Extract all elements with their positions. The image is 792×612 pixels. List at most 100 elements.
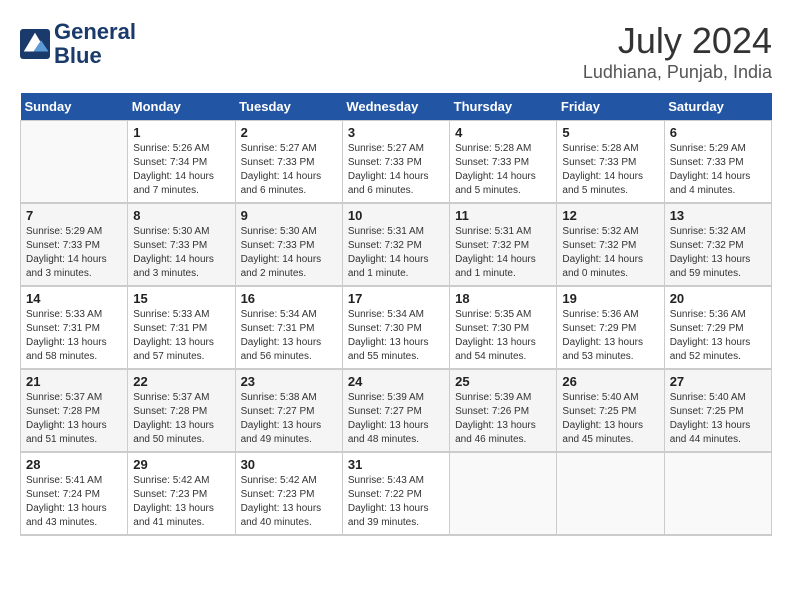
day-number: 3 <box>348 125 444 140</box>
sunset: Sunset: 7:30 PM <box>348 323 422 334</box>
daylight: Daylight: 13 hours and 44 minutes. <box>670 420 751 445</box>
header-day-wednesday: Wednesday <box>342 93 449 121</box>
day-number: 2 <box>241 125 337 140</box>
calendar-cell: 2 Sunrise: 5:27 AMSunset: 7:33 PMDaylight… <box>235 121 342 204</box>
day-info: Sunrise: 5:40 AMSunset: 7:25 PMDaylight:… <box>670 391 766 447</box>
sunrise: Sunrise: 5:28 AM <box>455 143 531 154</box>
sunset: Sunset: 7:28 PM <box>26 406 100 417</box>
calendar-cell: 25Sunrise: 5:39 AMSunset: 7:26 PMDayligh… <box>450 369 557 452</box>
day-number: 25 <box>455 374 551 389</box>
day-info: Sunrise: 5:42 AMSunset: 7:23 PMDaylight:… <box>133 474 229 530</box>
sunrise: Sunrise: 5:26 AM <box>133 143 209 154</box>
week-row-5: 28Sunrise: 5:41 AMSunset: 7:24 PMDayligh… <box>21 452 772 535</box>
daylight: Daylight: 14 hours and 3 minutes. <box>26 254 107 279</box>
daylight: Daylight: 13 hours and 58 minutes. <box>26 337 107 362</box>
day-info: Sunrise: 5:39 AMSunset: 7:27 PMDaylight:… <box>348 391 444 447</box>
day-number: 7 <box>26 208 122 223</box>
day-info: Sunrise: 5:34 AMSunset: 7:31 PMDaylight:… <box>241 308 337 364</box>
sunrise: Sunrise: 5:30 AM <box>133 226 209 237</box>
sunset: Sunset: 7:33 PM <box>562 157 636 168</box>
calendar-cell: 3 Sunrise: 5:27 AMSunset: 7:33 PMDaylight… <box>342 121 449 204</box>
day-number: 15 <box>133 291 229 306</box>
day-number: 4 <box>455 125 551 140</box>
day-info: Sunrise: 5:27 AMSunset: 7:33 PMDaylight:… <box>241 142 337 198</box>
calendar-cell: 21Sunrise: 5:37 AMSunset: 7:28 PMDayligh… <box>21 369 128 452</box>
daylight: Daylight: 14 hours and 5 minutes. <box>562 171 643 196</box>
sunrise: Sunrise: 5:32 AM <box>562 226 638 237</box>
daylight: Daylight: 14 hours and 1 minute. <box>455 254 536 279</box>
calendar-cell: 30Sunrise: 5:42 AMSunset: 7:23 PMDayligh… <box>235 452 342 535</box>
sunset: Sunset: 7:31 PM <box>241 323 315 334</box>
sunset: Sunset: 7:33 PM <box>133 240 207 251</box>
daylight: Daylight: 14 hours and 5 minutes. <box>455 171 536 196</box>
calendar-cell <box>664 452 771 535</box>
sunset: Sunset: 7:22 PM <box>348 489 422 500</box>
day-number: 24 <box>348 374 444 389</box>
day-number: 12 <box>562 208 658 223</box>
sunrise: Sunrise: 5:39 AM <box>455 392 531 403</box>
daylight: Daylight: 14 hours and 1 minute. <box>348 254 429 279</box>
day-info: Sunrise: 5:33 AMSunset: 7:31 PMDaylight:… <box>26 308 122 364</box>
day-info: Sunrise: 5:32 AMSunset: 7:32 PMDaylight:… <box>562 225 658 281</box>
calendar-cell: 18Sunrise: 5:35 AMSunset: 7:30 PMDayligh… <box>450 286 557 369</box>
day-number: 9 <box>241 208 337 223</box>
daylight: Daylight: 13 hours and 41 minutes. <box>133 503 214 528</box>
sunrise: Sunrise: 5:42 AM <box>133 475 209 486</box>
logo: General Blue <box>20 20 136 68</box>
sunset: Sunset: 7:33 PM <box>455 157 529 168</box>
title-block: July 2024 Ludhiana, Punjab, India <box>583 20 772 83</box>
calendar-cell: 8Sunrise: 5:30 AMSunset: 7:33 PMDaylight… <box>128 203 235 286</box>
calendar-cell: 4 Sunrise: 5:28 AM Sunset: 7:33 PM Daylight… <box>450 121 557 204</box>
calendar-cell: 9Sunrise: 5:30 AMSunset: 7:33 PMDaylight… <box>235 203 342 286</box>
sunrise: Sunrise: 5:28 AM <box>562 143 638 154</box>
day-info: Sunrise: 5:27 AMSunset: 7:33 PMDaylight:… <box>348 142 444 198</box>
daylight: Daylight: 13 hours and 51 minutes. <box>26 420 107 445</box>
day-number: 20 <box>670 291 766 306</box>
day-number: 19 <box>562 291 658 306</box>
calendar-cell <box>557 452 664 535</box>
day-number: 16 <box>241 291 337 306</box>
sunrise: Sunrise: 5:36 AM <box>670 309 746 320</box>
daylight: Daylight: 13 hours and 39 minutes. <box>348 503 429 528</box>
page-header: General Blue July 2024 Ludhiana, Punjab,… <box>20 20 772 83</box>
sunset: Sunset: 7:30 PM <box>455 323 529 334</box>
header-day-friday: Friday <box>557 93 664 121</box>
daylight: Daylight: 13 hours and 46 minutes. <box>455 420 536 445</box>
header-day-sunday: Sunday <box>21 93 128 121</box>
sunset: Sunset: 7:31 PM <box>133 323 207 334</box>
calendar-cell: 1Sunrise: 5:26 AMSunset: 7:34 PMDaylight… <box>128 121 235 204</box>
sunrise: Sunrise: 5:33 AM <box>26 309 102 320</box>
sunset: Sunset: 7:27 PM <box>241 406 315 417</box>
sunrise: Sunrise: 5:41 AM <box>26 475 102 486</box>
daylight: Daylight: 13 hours and 55 minutes. <box>348 337 429 362</box>
day-info: Sunrise: 5:38 AM Sunset: 7:27 PM Daylight:… <box>241 391 337 447</box>
sunset: Sunset: 7:29 PM <box>670 323 744 334</box>
day-number: 23 <box>241 374 337 389</box>
daylight: Daylight: 13 hours and 48 minutes. <box>348 420 429 445</box>
calendar-cell: 7Sunrise: 5:29 AMSunset: 7:33 PMDaylight… <box>21 203 128 286</box>
calendar-cell: 24 Sunrise: 5:39 AMSunset: 7:27 PMDayligh… <box>342 369 449 452</box>
calendar-table: SundayMondayTuesdayWednesdayThursdayFrid… <box>20 93 772 536</box>
daylight: Daylight: 14 hours and 6 minutes. <box>348 171 429 196</box>
day-number: 29 <box>133 457 229 472</box>
sunset: Sunset: 7:32 PM <box>670 240 744 251</box>
sunset: Sunset: 7:25 PM <box>670 406 744 417</box>
day-number: 21 <box>26 374 122 389</box>
week-row-3: 14Sunrise: 5:33 AMSunset: 7:31 PMDayligh… <box>21 286 772 369</box>
day-number: 31 <box>348 457 444 472</box>
calendar-cell: 11 Sunrise: 5:31 AM Sunset: 7:32 PM Dayligh… <box>450 203 557 286</box>
logo-line2: Blue <box>54 43 102 68</box>
sunrise: Sunrise: 5:29 AM <box>670 143 746 154</box>
calendar-subtitle: Ludhiana, Punjab, India <box>583 62 772 83</box>
sunset: Sunset: 7:32 PM <box>455 240 529 251</box>
week-row-2: 7Sunrise: 5:29 AMSunset: 7:33 PMDaylight… <box>21 203 772 286</box>
daylight: Daylight: 13 hours and 50 minutes. <box>133 420 214 445</box>
daylight: Daylight: 14 hours and 4 minutes. <box>670 171 751 196</box>
daylight: Daylight: 13 hours and 49 minutes. <box>241 420 322 445</box>
day-info: Sunrise: 5:41 AMSunset: 7:24 PMDaylight:… <box>26 474 122 530</box>
daylight: Daylight: 13 hours and 40 minutes. <box>241 503 322 528</box>
sunrise: Sunrise: 5:38 AM <box>241 392 317 403</box>
day-number: 11 <box>455 208 551 223</box>
sunrise: Sunrise: 5:31 AM <box>455 226 531 237</box>
day-number: 18 <box>455 291 551 306</box>
